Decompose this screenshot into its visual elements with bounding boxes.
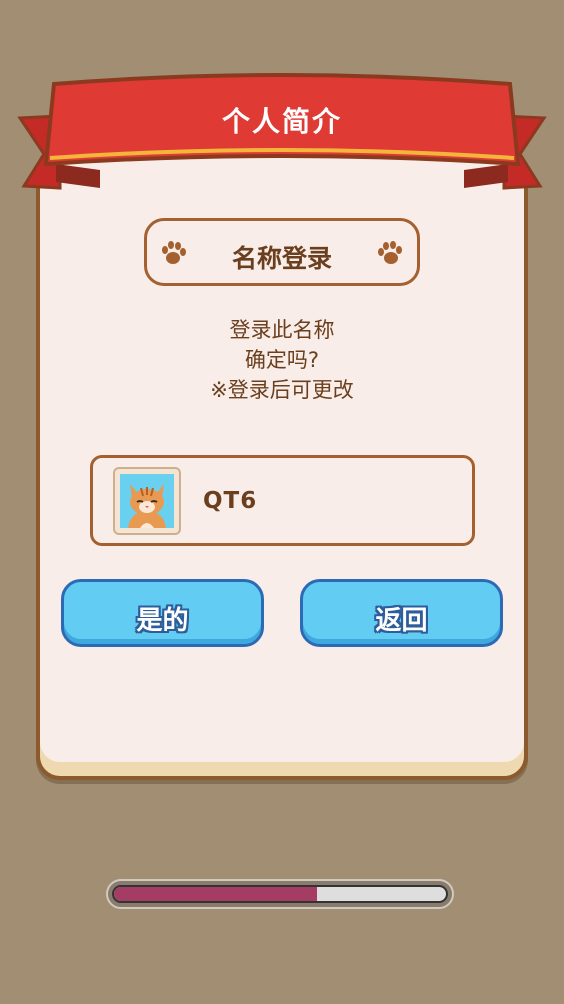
subtitle-box: 名称登录 (144, 218, 420, 286)
paw-icon (378, 241, 402, 264)
loading-progress-bar (106, 879, 454, 909)
progress-fill (114, 887, 317, 901)
name-entry-box: QT6 (90, 455, 475, 546)
player-name: QT6 (203, 488, 258, 514)
page-title: 个人简介 (221, 105, 342, 138)
message-line: 登录此名称 (229, 318, 335, 342)
progress-track (112, 885, 448, 903)
avatar (113, 467, 181, 535)
back-button-label: 返回 (375, 606, 428, 636)
confirm-button-label: 是的 (136, 606, 189, 636)
message-line: ※登录后可更改 (210, 378, 354, 402)
cat-avatar-icon (120, 474, 174, 528)
back-button[interactable]: 返回 (300, 579, 503, 647)
confirm-button[interactable]: 是的 (61, 579, 264, 647)
message-line: 确定吗? (244, 348, 320, 372)
